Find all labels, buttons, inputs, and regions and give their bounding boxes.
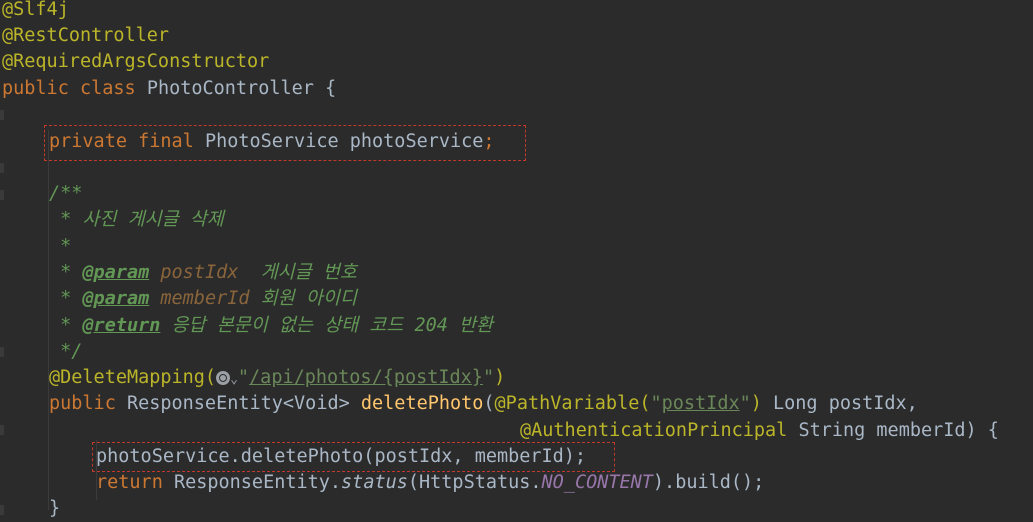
code-line-19[interactable]: return ResponseEntity.status(HttpStatus.… [96,470,764,496]
class-name: PhotoController [146,78,314,99]
globe-icon[interactable] [216,371,231,385]
code-line-10[interactable]: * [49,234,71,260]
code-line-4[interactable]: public class PhotoController { [2,76,336,102]
keyword-private: private [49,131,127,152]
code-editor[interactable]: @Slf4j @RestController @RequiredArgsCons… [0,0,1033,522]
code-line-16[interactable]: public ResponseEntity<Void> deletePhoto(… [49,391,918,417]
annotation-authentication-principal: @AuthenticationPrincipal [520,420,788,441]
annotation-required-args: @RequiredArgsConstructor [2,51,270,72]
annotation-slf4j: @Slf4j [2,0,69,20]
code-line-17[interactable]: @AuthenticationPrincipal String memberId… [520,418,999,444]
code-line-12[interactable]: * @param memberId 회원 아이디 [49,286,357,312]
keyword-final: final [138,131,194,152]
string-quote: " [237,367,250,388]
doc-comment-close: */ [49,341,83,362]
field-type: PhotoService [204,131,339,152]
build-call: ).build(); [652,472,765,493]
annotation-path-variable: @PathVariable( [494,393,651,414]
annotation-delete-mapping: @DeleteMapping( [49,367,217,388]
code-line-6[interactable]: private final PhotoService photoService; [49,129,495,155]
code-line-20[interactable]: } [49,496,60,522]
fold-marker[interactable] [0,505,4,515]
doc-param-desc: 게시글 번호 [238,262,357,283]
code-line-1[interactable]: @Slf4j [2,0,69,23]
keyword-class: class [79,78,136,99]
field-name: photoService [349,131,484,152]
doc-param-desc: 회원 아이디 [249,288,357,309]
code-line-2[interactable]: @RestController [2,23,169,49]
doc-tag-param: @param [82,288,150,309]
string-quote: " [650,393,662,414]
doc-tag-return: @return [82,315,161,336]
code-line-9[interactable]: * 사진 게시글 삭제 [49,207,224,233]
string-quote: " [739,393,751,414]
response-entity-ref: ResponseEntity. [162,472,342,493]
doc-star: * [49,288,83,309]
code-line-8[interactable]: /** [49,181,82,207]
annotation-close-paren: ) [494,367,506,388]
close-brace: } [49,498,61,519]
param-post-idx: Long postIdx, [761,393,918,414]
doc-tag-param: @param [82,262,150,283]
keyword-public: public [49,393,116,414]
service-call: photoService.deletePhoto(postIdx, member… [96,446,587,467]
fold-marker[interactable] [0,425,4,435]
annotation-close-paren: ) [750,393,762,414]
annotation-rest-controller: @RestController [2,25,170,46]
path-variable-name: postIdx [661,393,740,414]
semicolon: ; [483,131,495,152]
param-member-id: String memberId) { [787,420,999,441]
code-line-3[interactable]: @RequiredArgsConstructor [2,49,269,75]
code-line-15[interactable]: @DeleteMapping(⌄"/api/photos/{postIdx}") [49,365,505,391]
doc-param-name: memberId [160,288,250,309]
fold-marker[interactable] [0,110,4,120]
status-method: status [341,472,408,493]
fold-marker[interactable] [0,163,4,173]
fold-marker[interactable] [0,347,4,357]
open-paren: ( [483,393,495,414]
chevron-down-icon[interactable]: ⌄ [230,372,238,387]
no-content-constant: NO_CONTENT [541,472,653,493]
code-line-11[interactable]: * @param postIdx 게시글 번호 [49,260,357,286]
keyword-public: public [2,78,69,99]
open-brace: { [325,78,337,99]
doc-return-desc: 응답 본문이 없는 상태 코드 204 반환 [160,315,494,336]
fold-marker[interactable] [0,190,4,200]
doc-comment-blank: * [49,236,72,257]
doc-comment-summary: * 사진 게시글 삭제 [49,209,224,230]
method-name: deletePhoto [360,393,484,414]
return-type: ResponseEntity<Void> [126,393,350,414]
http-status-ref: (HttpStatus. [407,472,542,493]
code-line-18[interactable]: photoService.deletePhoto(postIdx, member… [96,444,586,470]
doc-comment-open: /** [49,183,83,204]
code-line-14[interactable]: */ [49,339,82,365]
code-line-13[interactable]: * @return 응답 본문이 없는 상태 코드 204 반환 [49,313,493,339]
doc-star: * [49,315,83,336]
mapping-url[interactable]: /api/photos/{postIdx} [249,367,483,388]
keyword-return: return [96,472,163,493]
doc-param-name: postIdx [160,262,239,283]
string-quote: " [482,367,495,388]
doc-star: * [49,262,83,283]
